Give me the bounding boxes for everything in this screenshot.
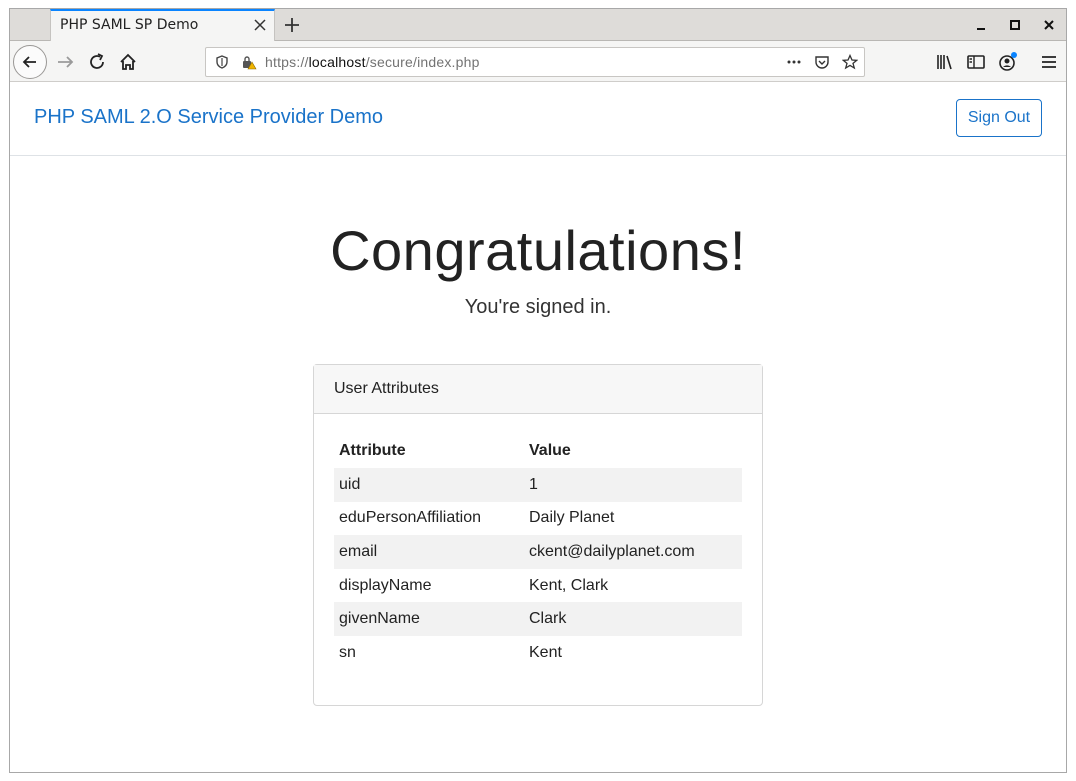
maximize-icon[interactable] (1007, 17, 1023, 33)
menu-icon[interactable] (1035, 48, 1063, 76)
page-content: PHP SAML 2.O Service Provider Demo Sign … (10, 82, 1066, 772)
more-actions-icon[interactable] (786, 54, 802, 70)
nav-bar: https://localhost/secure/index.php (10, 41, 1066, 82)
lock-warning-icon[interactable] (241, 54, 257, 70)
page-title: Congratulations! (330, 219, 746, 282)
account-icon[interactable] (994, 48, 1022, 76)
attribute-name: givenName (334, 602, 524, 636)
forward-icon[interactable] (52, 48, 80, 76)
attribute-value: Kent, Clark (529, 576, 609, 594)
browser-window: PHP SAML SP Demo https://localhost/secur… (9, 8, 1067, 773)
new-tab-icon[interactable] (282, 15, 302, 35)
attribute-value: Kent (529, 643, 562, 661)
brand-link[interactable]: PHP SAML 2.O Service Provider Demo (34, 106, 383, 129)
minimize-icon[interactable] (973, 17, 989, 33)
attribute-value: Daily Planet (529, 509, 615, 527)
table-row: givenName Clark (334, 602, 742, 636)
table-row: email ckent@dailyplanet.com (334, 535, 742, 569)
table-row: displayName Kent, Clark (334, 569, 742, 603)
attribute-value: ckent@dailyplanet.com (524, 535, 742, 569)
table-row: eduPersonAffiliation Daily Planet (334, 502, 742, 536)
attribute-name: displayName (339, 576, 432, 594)
table-row: uid 1 (334, 468, 742, 502)
shield-icon[interactable] (214, 54, 230, 70)
url-scheme: https:// (265, 54, 309, 70)
card-title: User Attributes (314, 365, 762, 414)
arrow-left-icon (22, 56, 36, 68)
url-bar[interactable]: https://localhost/secure/index.php (205, 47, 865, 77)
attribute-name: uid (334, 468, 524, 502)
column-header-value: Value (529, 442, 571, 459)
url-text[interactable]: https://localhost/secure/index.php (265, 54, 480, 70)
tab-active[interactable]: PHP SAML SP Demo (50, 9, 275, 42)
table-header-row: Attribute Value (334, 434, 742, 468)
table-row: sn Kent (334, 636, 742, 670)
pocket-icon[interactable] (814, 54, 830, 70)
home-icon[interactable] (114, 48, 142, 76)
url-host: localhost (308, 54, 366, 70)
bookmark-star-icon[interactable] (842, 54, 858, 70)
attribute-name: sn (339, 643, 356, 661)
attribute-name: email (334, 535, 524, 569)
sign-out-button[interactable]: Sign Out (956, 99, 1042, 137)
tab-title: PHP SAML SP Demo (60, 17, 199, 33)
reload-icon[interactable] (83, 48, 111, 76)
column-header-attribute: Attribute (339, 442, 406, 459)
site-header: PHP SAML 2.O Service Provider Demo Sign … (10, 82, 1066, 156)
attribute-name: eduPersonAffiliation (339, 509, 482, 527)
tab-strip: PHP SAML SP Demo (10, 9, 1066, 42)
back-button[interactable] (13, 45, 47, 79)
attribute-value: Clark (524, 602, 742, 636)
library-icon[interactable] (931, 48, 959, 76)
attributes-table: Attribute Value uid 1 eduPersonAffiliati… (334, 434, 742, 670)
attribute-value: 1 (524, 468, 742, 502)
page-subtitle: You're signed in. (464, 296, 612, 318)
user-attributes-card: User Attributes Attribute Value uid 1 ed… (313, 364, 763, 706)
sidebar-icon[interactable] (962, 48, 990, 76)
close-window-icon[interactable] (1041, 17, 1057, 33)
url-path: /secure/index.php (365, 54, 480, 70)
close-tab-icon[interactable] (252, 17, 268, 33)
